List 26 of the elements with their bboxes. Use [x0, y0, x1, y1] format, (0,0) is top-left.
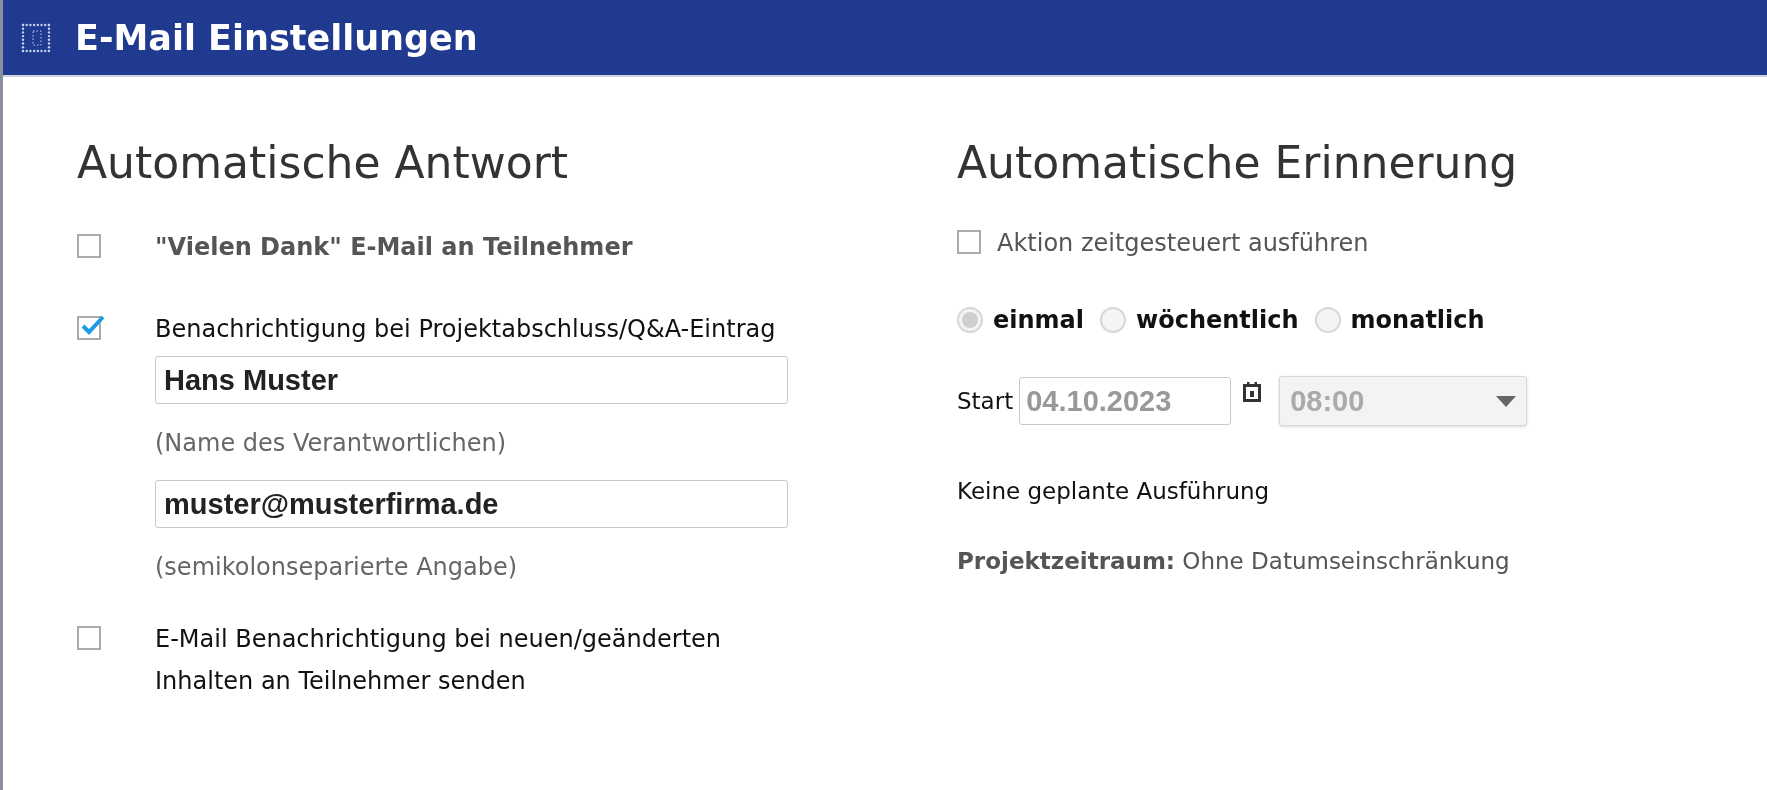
- checkbox[interactable]: [77, 234, 101, 258]
- text-field[interactable]: muster@musterfirma.de: [155, 480, 788, 528]
- window-title: E-Mail Einstellungen: [75, 17, 478, 58]
- text-field[interactable]: Hans Muster: [155, 356, 788, 404]
- caret-icon: [1496, 395, 1517, 407]
- app-icon: [21, 22, 51, 53]
- section-heading: Automatische Erinnerung: [957, 137, 1519, 188]
- checkbox[interactable]: [77, 626, 101, 650]
- start-label: Start: [957, 388, 1014, 414]
- period-text: Projektzeitraum: Ohne Datumseinschränkung: [957, 548, 1511, 574]
- field-hint: (semikolonseparierte Angabe): [155, 552, 519, 583]
- radio-button[interactable]: [957, 307, 983, 333]
- radio-label: monatlich: [1350, 306, 1485, 334]
- checkbox-label: E-Mail Benachrichtigung bei neuen/geänderten Inhalten an Teilnehmer senden: [155, 624, 722, 697]
- radio-button[interactable]: [1100, 307, 1127, 333]
- checkbox-label: Aktion zeitgesteuert ausführen: [997, 228, 1369, 259]
- checkbox[interactable]: [957, 230, 981, 254]
- checkbox-label: Benachrichtigung bei Projektabschluss/Q&A-Eintrag: [155, 314, 777, 345]
- radio-label: einmal: [993, 306, 1085, 334]
- field-hint: (Name des Verantwortlichen): [155, 428, 508, 459]
- calendar-icon[interactable]: [1243, 382, 1262, 402]
- radio-button[interactable]: [1314, 307, 1341, 333]
- section-heading: Automatische Antwort: [77, 137, 569, 188]
- radio-label: wöchentlich: [1136, 306, 1299, 334]
- status-text: Keine geplante Ausführung: [957, 478, 1271, 504]
- checkbox-label: "Vielen Dank" E-Mail an Teilnehmer: [155, 232, 633, 263]
